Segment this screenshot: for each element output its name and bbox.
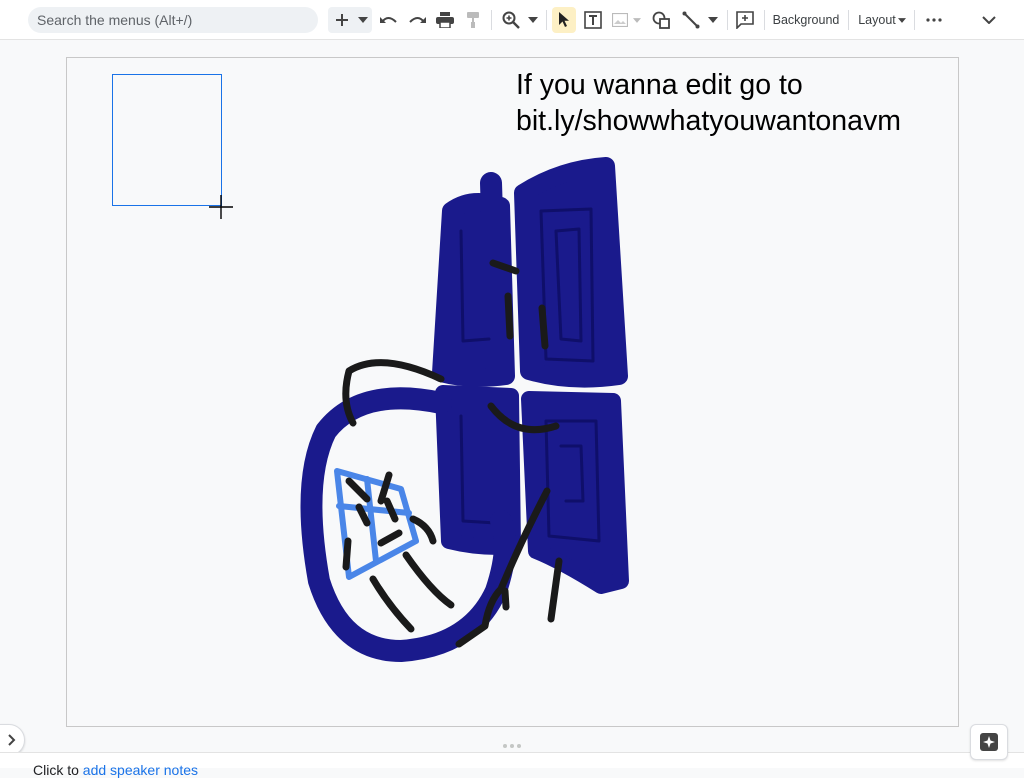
speaker-notes-placeholder[interactable]: Click to add speaker notes [33,762,198,778]
slide-text-line-1: If you wanna edit go to [516,69,803,101]
dropdown-icon [633,17,641,23]
speaker-notes-prefix: Click to [33,762,83,778]
toolbar-divider [914,10,915,30]
paint-format-button[interactable] [462,7,484,33]
new-slide-button[interactable] [332,7,352,33]
line-dropdown[interactable] [706,7,720,33]
zoom-dropdown[interactable] [526,7,540,33]
undo-button[interactable] [378,7,400,33]
slide-text-line-2: bit.ly/showwhatyouwantonavm [516,105,901,137]
collapse-toolbar-button[interactable] [978,7,1000,33]
comment-icon [736,11,754,29]
shape-icon [652,11,670,29]
notes-resize-handle[interactable] [500,744,524,750]
slide-canvas[interactable]: If you wanna edit go to bit.ly/showwhaty… [66,57,959,727]
collapse-icon [982,16,996,24]
layout-button[interactable]: Layout [856,7,908,33]
dropdown-icon [897,17,906,23]
slide-text-box[interactable]: If you wanna edit go to bit.ly/showwhaty… [516,67,946,139]
select-tool-button[interactable] [552,7,576,33]
image-button[interactable] [610,7,630,33]
zoom-button[interactable] [500,7,522,33]
chevron-right-icon [8,734,16,746]
line-button[interactable] [680,7,702,33]
redo-button[interactable] [406,7,428,33]
toolbar-divider [727,10,728,30]
dropdown-icon [358,17,368,23]
background-button[interactable]: Background [770,7,842,33]
new-slide-dropdown[interactable] [356,7,370,33]
shape-button[interactable] [650,7,672,33]
toolbar-divider [764,10,765,30]
redo-icon [409,17,426,23]
crosshair-cursor-icon [209,195,233,219]
toolbar: Background Layout [0,0,1024,40]
toolbar-divider [848,10,849,30]
text-box-icon [584,11,602,29]
search-menus-input[interactable] [28,7,318,33]
undo-icon [380,17,397,23]
explore-sparkle-icon [980,733,998,751]
explore-button[interactable] [970,724,1008,760]
add-speaker-notes-link[interactable]: add speaker notes [83,762,198,778]
dropdown-icon [708,17,718,23]
more-options-button[interactable] [922,7,946,33]
paint-format-icon [467,12,479,28]
image-icon [612,13,628,27]
print-button[interactable] [434,7,456,33]
select-icon [559,12,569,27]
more-icon [926,18,942,22]
toolbar-divider [491,10,492,30]
line-icon [682,11,700,29]
text-box-button[interactable] [582,7,604,33]
toolbar-divider [546,10,547,30]
dropdown-icon [528,17,538,23]
drawn-selection-rectangle[interactable] [112,74,222,206]
comment-button[interactable] [734,7,756,33]
zoom-icon [502,11,520,29]
image-dropdown[interactable] [631,7,643,33]
print-icon [436,12,454,28]
layout-label: Layout [858,13,896,27]
plus-icon [336,14,348,26]
